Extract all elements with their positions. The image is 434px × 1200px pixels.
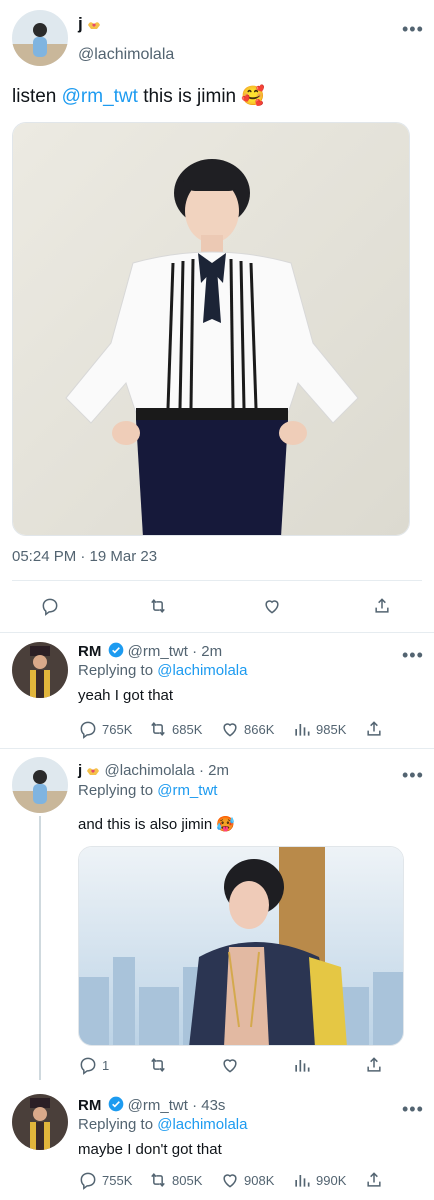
share-icon [367,721,381,736]
handle[interactable]: @rm_twt [128,643,188,660]
more-icon[interactable]: ••• [402,20,424,38]
reply-time[interactable]: · 2m [199,762,229,779]
retweet-icon [151,598,165,614]
avatar[interactable] [12,642,68,698]
mention-link[interactable]: @lachimolala [157,662,247,679]
display-name[interactable]: j [78,762,82,779]
mention-link[interactable]: @rm_twt [157,782,217,799]
more-icon[interactable]: ••• [402,766,424,784]
share-button[interactable] [372,596,392,616]
like-button[interactable]: 866K [220,719,274,739]
share-button[interactable] [364,719,384,739]
verified-icon [108,642,123,658]
replying-to: Replying to @lachimolala [78,1116,248,1133]
reply-button[interactable] [40,596,60,616]
share-icon [367,1057,381,1072]
reply-button[interactable]: 765K [78,719,132,739]
divider [12,580,422,581]
tweet-photo[interactable] [12,122,410,536]
more-icon[interactable]: ••• [402,1100,424,1118]
reply-time[interactable]: · 43s [192,1097,225,1114]
share-icon [375,598,389,613]
display-name[interactable]: j [78,14,101,36]
thread-line [39,816,41,1080]
divider [0,748,434,749]
retweet-icon [151,1057,165,1073]
retweet-icon [151,721,165,737]
retweet-button[interactable] [148,596,168,616]
share-icon [367,1172,381,1187]
mention-link[interactable]: @rm_twt [62,86,138,107]
replying-to: Replying to @lachimolala [78,662,248,679]
reply-text: yeah I got that [78,687,174,704]
mention-link[interactable]: @lachimolala [157,1116,247,1133]
handle[interactable]: @lachimolala [105,762,195,779]
hands-heart-icon [86,764,100,781]
display-name[interactable]: RM [78,643,101,660]
like-icon [223,1059,237,1073]
reply-header: RM @rm_twt · 2m [78,642,222,660]
like-button[interactable] [220,1055,240,1075]
emoji: 🥰 [241,86,266,107]
retweet-button[interactable]: 685K [148,719,202,739]
retweet-button[interactable]: 805K [148,1170,202,1190]
like-icon [265,600,279,614]
retweet-button[interactable] [148,1055,168,1075]
handle[interactable]: @rm_twt [128,1097,188,1114]
reply-photo[interactable] [78,846,404,1046]
hands-heart-icon [87,16,101,36]
reply-icon [42,598,58,616]
divider [0,632,434,633]
like-icon [223,723,237,737]
like-button[interactable] [262,596,282,616]
like-button[interactable]: 908K [220,1170,274,1190]
tweet-text: listen @rm_twt this is jimin 🥰 [12,86,266,107]
reply-text: and this is also jimin 🥵 [78,816,236,833]
avatar[interactable] [12,10,68,66]
avatar[interactable] [12,757,68,813]
views-icon [295,724,310,736]
views-button[interactable]: 990K [292,1170,346,1190]
verified-icon [108,1096,123,1112]
reply-header: RM @rm_twt · 43s [78,1096,225,1114]
reply-icon [80,721,96,739]
reply-time[interactable]: · 2m [192,643,222,660]
reply-header: j @lachimolala · 2m [78,762,229,781]
reply-icon [80,1172,96,1190]
views-button[interactable] [292,1055,312,1075]
views-button[interactable]: 985K [292,719,346,739]
display-name[interactable]: RM [78,1097,101,1114]
handle[interactable]: @lachimolala [78,46,174,64]
reply-button[interactable]: 755K [78,1170,132,1190]
reply-text: maybe I don't got that [78,1141,222,1158]
like-icon [223,1174,237,1188]
reply-icon [80,1057,96,1075]
share-button[interactable] [364,1170,384,1190]
retweet-icon [151,1172,165,1188]
replying-to: Replying to @rm_twt [78,782,218,799]
reply-button[interactable]: 1 [78,1055,109,1075]
avatar[interactable] [12,1094,68,1150]
views-icon [295,1060,310,1072]
emoji: 🥵 [216,816,236,833]
tweet-timestamp[interactable]: 05:24 PM · 19 Mar 23 [12,548,157,565]
share-button[interactable] [364,1055,384,1075]
more-icon[interactable]: ••• [402,646,424,664]
views-icon [295,1175,310,1187]
